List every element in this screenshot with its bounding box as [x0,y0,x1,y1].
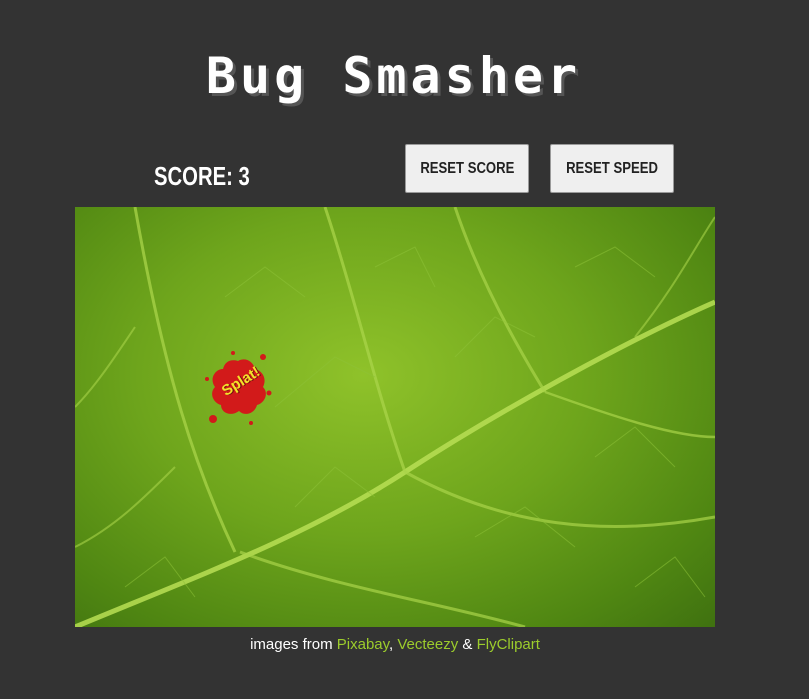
pixabay-link[interactable]: Pixabay [337,636,389,653]
score-display: SCORE: 3 [154,161,250,191]
game-title: Bug Smasher [205,47,582,105]
flyclipart-link[interactable]: FlyClipart [477,636,540,653]
vecteezy-link[interactable]: Vecteezy [397,636,458,653]
game-canvas[interactable]: Splat! [75,207,715,627]
reset-speed-button[interactable]: RESET SPEED [550,144,674,193]
reset-speed-label: RESET SPEED [566,159,658,177]
reset-score-button[interactable]: RESET SCORE [405,144,529,193]
page: Bug Smasher SCORE: 3 RESET SCORE RESET S… [0,0,809,699]
image-credits: images from Pixabay, Vecteezy & FlyClipa… [0,636,790,653]
reset-score-label: RESET SCORE [419,159,515,177]
credits-separator-2: & [458,636,477,653]
credits-prefix: images from [250,636,337,653]
leaf-background [75,207,715,627]
